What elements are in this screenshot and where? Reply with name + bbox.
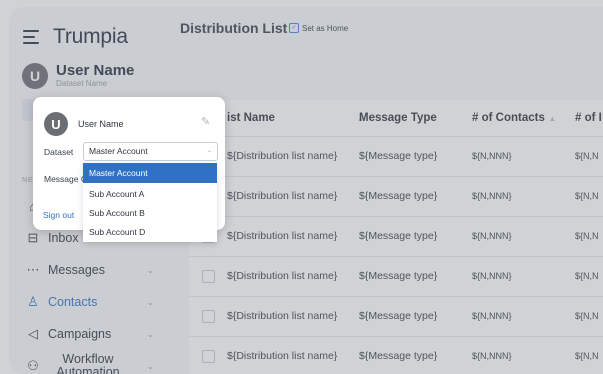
dropdown-option[interactable]: Sub Account B bbox=[83, 203, 217, 223]
message-label: Message C bbox=[44, 174, 87, 184]
chevron-down-icon: ⌄ bbox=[206, 148, 212, 154]
dataset-select[interactable]: Master Account ⌄ bbox=[83, 142, 218, 161]
dropdown-option[interactable]: Sub Account A bbox=[83, 184, 217, 204]
sign-out-link[interactable]: Sign out bbox=[43, 210, 74, 220]
dataset-label: Dataset bbox=[44, 147, 74, 157]
pencil-icon[interactable]: ✎ bbox=[201, 115, 210, 128]
avatar: U bbox=[44, 112, 68, 136]
dropdown-option[interactable]: Master Account bbox=[83, 163, 217, 183]
popover-user: U User Name bbox=[44, 112, 124, 136]
dataset-dropdown-list: Master Account Sub Account A Sub Account… bbox=[83, 163, 217, 242]
dropdown-option[interactable]: Sub Account D bbox=[83, 222, 217, 242]
popover-user-name: User Name bbox=[78, 119, 124, 129]
